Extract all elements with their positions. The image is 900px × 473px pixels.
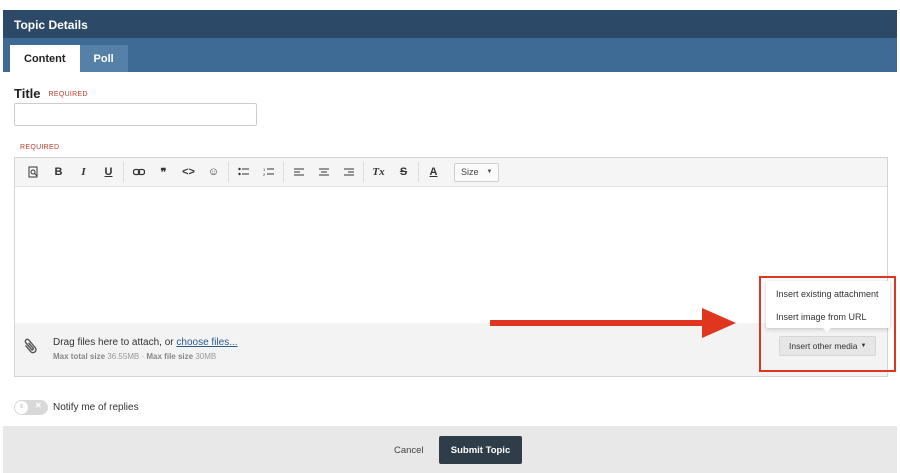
max-total-value: 36.55MB	[107, 352, 140, 361]
title-label: Title REQUIRED	[14, 86, 88, 101]
paperclip-icon	[19, 335, 45, 362]
notify-label: Notify me of replies	[53, 402, 139, 413]
drag-files-text: Drag files here to attach, or choose fil…	[53, 337, 238, 348]
title-label-text: Title	[14, 86, 41, 101]
numbered-list-icon[interactable]: 12	[256, 161, 281, 183]
form-footer: Cancel Submit Topic	[3, 426, 897, 473]
topic-details-header: Topic Details Content Poll	[3, 10, 897, 72]
align-right-icon[interactable]	[336, 161, 361, 183]
preview-icon[interactable]	[21, 161, 46, 183]
title-input[interactable]	[14, 103, 257, 126]
content-editor[interactable]: B I U ❞ <> ☺ 12 Tx S A Size ▼ Drag files…	[14, 157, 888, 377]
max-file-label: Max file size	[146, 352, 194, 361]
toolbar-divider	[418, 162, 419, 182]
toolbar-divider	[283, 162, 284, 182]
chevron-down-icon: ▼	[486, 169, 493, 175]
strikethrough-icon[interactable]: S	[391, 161, 416, 183]
tab-content[interactable]: Content	[10, 45, 80, 72]
bold-icon[interactable]: B	[46, 161, 71, 183]
annotation-highlight-box	[759, 276, 896, 372]
font-size-label: Size	[461, 167, 479, 177]
toolbar-divider	[123, 162, 124, 182]
tab-poll[interactable]: Poll	[79, 45, 128, 72]
font-size-dropdown[interactable]: Size ▼	[454, 162, 500, 182]
svg-text:2: 2	[263, 172, 266, 177]
file-size-limits: Max total size 36.55MB · Max file size 3…	[53, 352, 216, 361]
header-title: Topic Details	[3, 10, 897, 38]
cancel-button[interactable]: Cancel	[394, 445, 424, 456]
submit-topic-button[interactable]: Submit Topic	[439, 436, 522, 464]
max-file-value: 30MB	[195, 352, 217, 361]
bullet-list-icon[interactable]	[231, 161, 256, 183]
emoji-icon[interactable]: ☺	[201, 161, 226, 183]
notify-toggle[interactable]: ≡ ✕	[14, 400, 48, 415]
toolbar-divider	[363, 162, 364, 182]
max-total-label: Max total size	[53, 352, 106, 361]
content-required-badge: REQUIRED	[20, 144, 60, 151]
clear-format-icon[interactable]: Tx	[366, 161, 391, 183]
toggle-knob: ≡	[15, 401, 28, 414]
italic-icon[interactable]: I	[71, 161, 96, 183]
close-icon: ✕	[35, 401, 42, 410]
toolbar-divider	[228, 162, 229, 182]
quote-icon[interactable]: ❞	[151, 161, 176, 183]
annotation-arrow-icon	[490, 308, 736, 338]
underline-icon[interactable]: U	[96, 161, 121, 183]
attachment-area[interactable]: Drag files here to attach, or choose fil…	[15, 323, 887, 376]
align-left-icon[interactable]	[286, 161, 311, 183]
title-required-badge: REQUIRED	[48, 91, 88, 99]
choose-files-link[interactable]: choose files...	[176, 337, 237, 348]
text-color-icon[interactable]: A	[421, 161, 446, 183]
editor-toolbar: B I U ❞ <> ☺ 12 Tx S A Size ▼	[15, 158, 887, 187]
align-center-icon[interactable]	[311, 161, 336, 183]
code-icon[interactable]: <>	[176, 161, 201, 183]
drag-files-label: Drag files here to attach, or	[53, 337, 177, 348]
tab-bar: Content Poll	[10, 45, 128, 72]
link-icon[interactable]	[126, 161, 151, 183]
